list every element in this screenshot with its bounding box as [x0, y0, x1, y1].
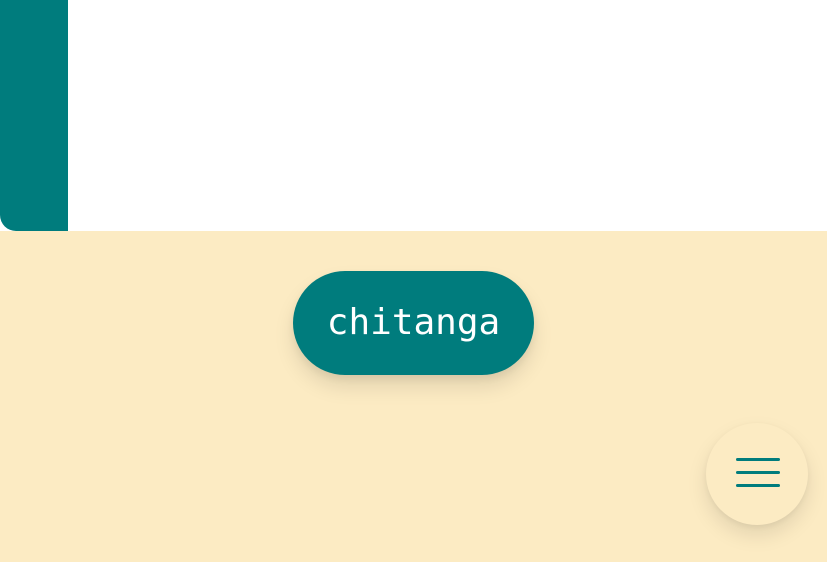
app-screen: chitanga — [0, 0, 827, 562]
accent-side-bar — [0, 0, 68, 231]
chitanga-button[interactable]: chitanga — [293, 271, 534, 375]
top-content-panel — [0, 0, 827, 231]
menu-button[interactable] — [706, 423, 808, 525]
hamburger-menu-icon — [736, 458, 780, 487]
